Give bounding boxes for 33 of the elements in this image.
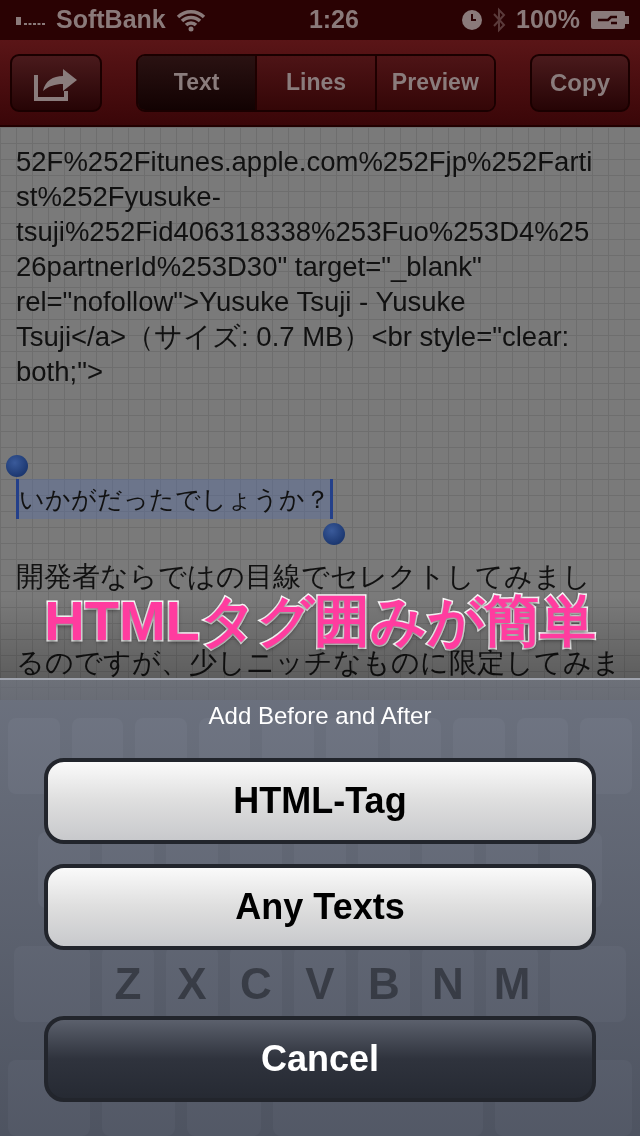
text-line: るのですが、少しニッチなものに限定してみま bbox=[16, 649, 622, 678]
selection-handle[interactable] bbox=[6, 455, 28, 478]
signal-icon bbox=[16, 14, 46, 25]
selection-handle[interactable] bbox=[323, 523, 345, 546]
battery-percentage: 100% bbox=[516, 5, 580, 35]
action-sheet-button[interactable]: HTML-Tag bbox=[44, 758, 596, 844]
status-time: 1:26 bbox=[308, 5, 359, 35]
text-line: 26partnerId%253D30" target="_blank" bbox=[16, 250, 483, 285]
clock-icon bbox=[462, 9, 483, 30]
carrier-name: SoftBank bbox=[56, 5, 166, 35]
share-button[interactable] bbox=[10, 53, 102, 112]
text-line: 52F%252Fitunes.apple.com%252Fjp%252Farti bbox=[16, 145, 594, 180]
selected-text: いかがだったでしょうか？ bbox=[16, 479, 333, 520]
wifi-icon bbox=[175, 7, 206, 32]
action-sheet-title: Add Before and After bbox=[208, 702, 432, 730]
caption-overlay: HTMLタグ囲みが簡単 bbox=[44, 593, 597, 649]
view-tab[interactable]: Text bbox=[138, 55, 258, 110]
text-line: rel="nofollow">Yusuke Tsuji - Yusuke bbox=[16, 285, 467, 320]
copy-button[interactable]: Copy bbox=[530, 53, 630, 112]
view-tab[interactable]: Lines bbox=[257, 55, 377, 110]
action-sheet-button[interactable]: Cancel bbox=[44, 1016, 596, 1102]
action-sheet-button[interactable]: Any Texts bbox=[44, 864, 596, 950]
battery-charging-icon bbox=[590, 9, 630, 30]
text-line: both;"> bbox=[16, 355, 104, 390]
text-line: Tsuji</a>（サイズ: 0.7 MB）<br style="clear: bbox=[16, 320, 571, 355]
view-tab[interactable]: Preview bbox=[376, 55, 494, 110]
shift-key[interactable] bbox=[14, 946, 90, 1022]
text-editor[interactable] bbox=[0, 127, 640, 700]
text-line: st%252Fyusuke- bbox=[16, 180, 222, 215]
delete-key[interactable] bbox=[550, 946, 626, 1022]
text-line: tsuji%252Fid406318338%253Fuo%253D4%25 bbox=[16, 215, 591, 250]
text-line: 開発者ならではの目線でセレクトしてみまし bbox=[16, 563, 592, 592]
bluetooth-icon bbox=[492, 6, 507, 33]
